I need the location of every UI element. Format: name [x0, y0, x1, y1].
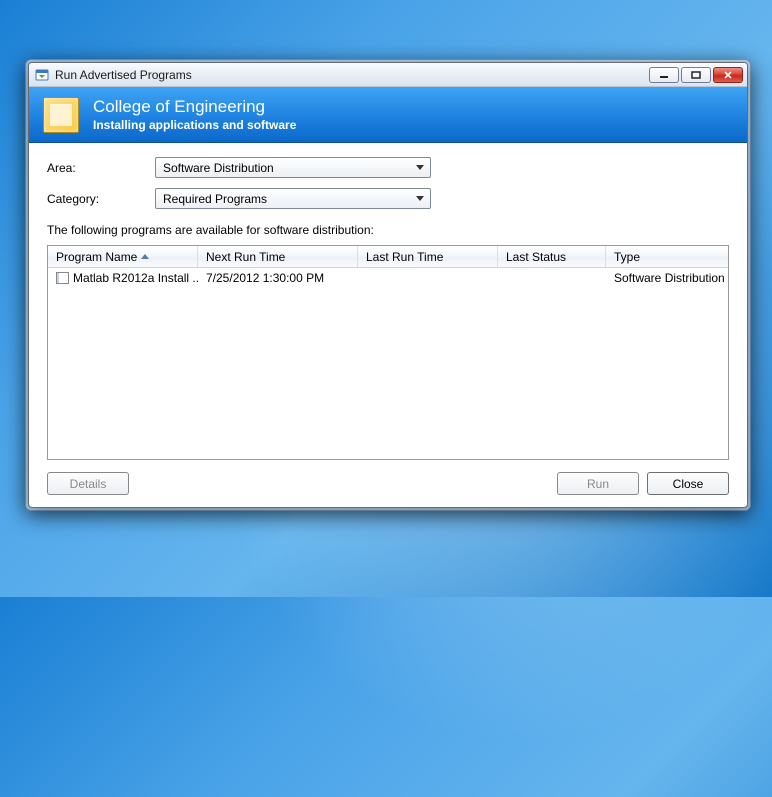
column-next-run[interactable]: Next Run Time	[198, 246, 358, 267]
chevron-down-icon	[411, 160, 427, 176]
right-buttons: Run Close	[557, 472, 729, 495]
area-dropdown-value: Software Distribution	[163, 161, 274, 175]
header-banner: College of Engineering Installing applic…	[29, 87, 747, 143]
sort-ascending-icon	[141, 254, 149, 259]
list-header: Program Name Next Run Time Last Run Time…	[48, 246, 728, 268]
cell-type: Software Distribution	[614, 271, 725, 285]
close-button[interactable]: Close	[647, 472, 729, 495]
area-dropdown[interactable]: Software Distribution	[155, 157, 431, 178]
column-label: Next Run Time	[206, 250, 285, 264]
banner-icon	[43, 97, 79, 133]
column-program-name[interactable]: Program Name	[48, 246, 198, 267]
column-last-run[interactable]: Last Run Time	[358, 246, 498, 267]
banner-title: College of Engineering	[93, 97, 296, 117]
details-button[interactable]: Details	[47, 472, 129, 495]
cell-program-name: Matlab R2012a Install ...	[73, 271, 198, 285]
category-dropdown[interactable]: Required Programs	[155, 188, 431, 209]
area-row: Area: Software Distribution	[47, 157, 729, 178]
table-row[interactable]: Matlab R2012a Install ... 7/25/2012 1:30…	[48, 268, 728, 288]
cell-next-run: 7/25/2012 1:30:00 PM	[206, 271, 324, 285]
button-row: Details Run Close	[47, 472, 729, 495]
column-label: Program Name	[56, 250, 137, 264]
content-area: Area: Software Distribution Category: Re…	[29, 143, 747, 507]
minimize-button[interactable]	[649, 67, 679, 83]
window-controls	[649, 67, 743, 83]
column-last-status[interactable]: Last Status	[498, 246, 606, 267]
area-label: Area:	[47, 161, 155, 175]
run-button[interactable]: Run	[557, 472, 639, 495]
column-label: Type	[614, 250, 640, 264]
close-window-button[interactable]	[713, 67, 743, 83]
program-icon	[56, 272, 69, 284]
banner-text: College of Engineering Installing applic…	[93, 97, 296, 132]
category-dropdown-value: Required Programs	[163, 192, 267, 206]
list-caption: The following programs are available for…	[47, 223, 729, 237]
column-label: Last Run Time	[366, 250, 443, 264]
titlebar[interactable]: Run Advertised Programs	[29, 63, 747, 87]
category-row: Category: Required Programs	[47, 188, 729, 209]
list-body[interactable]: Matlab R2012a Install ... 7/25/2012 1:30…	[48, 268, 728, 459]
chevron-down-icon	[411, 191, 427, 207]
button-label: Close	[673, 477, 704, 491]
category-label: Category:	[47, 192, 155, 206]
column-label: Last Status	[506, 250, 566, 264]
column-type[interactable]: Type	[606, 246, 728, 267]
banner-subtitle: Installing applications and software	[93, 118, 296, 132]
button-label: Details	[70, 477, 107, 491]
dialog-window: Run Advertised Programs College of Engin…	[28, 62, 748, 508]
window-title: Run Advertised Programs	[55, 68, 643, 82]
maximize-button[interactable]	[681, 67, 711, 83]
button-label: Run	[587, 477, 609, 491]
programs-list: Program Name Next Run Time Last Run Time…	[47, 245, 729, 460]
app-icon	[35, 68, 49, 82]
